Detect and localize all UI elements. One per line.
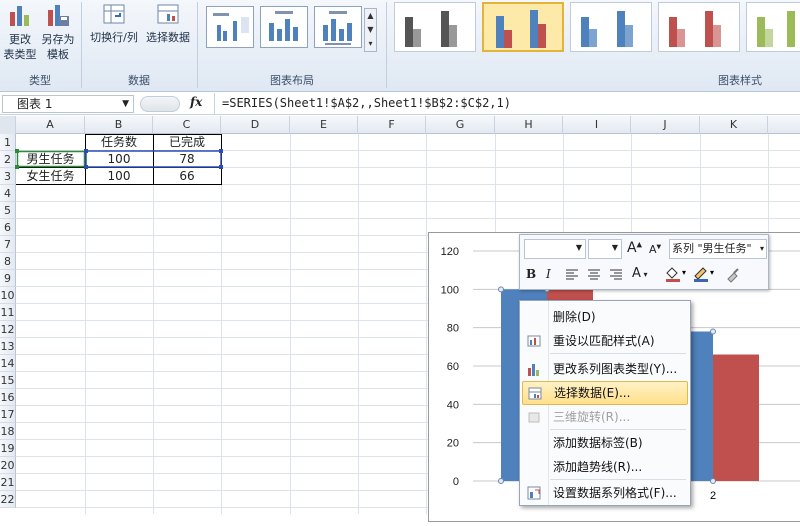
y-tick-label: 20 [447, 438, 459, 450]
bar-女生任务-2[interactable] [713, 354, 759, 482]
y-tick-label: 120 [441, 246, 459, 258]
menu-item-select-data[interactable]: 选择数据(E)... [522, 381, 688, 405]
menu-item-change-series-chart-type[interactable]: 更改系列图表类型(Y)... [522, 357, 688, 381]
menu-item-3d-rotation: 三维旋转(R)... [522, 405, 688, 429]
paint-bucket-icon: ▾ [666, 267, 686, 282]
align-buttons[interactable] [564, 267, 628, 283]
selection-handle[interactable] [710, 328, 716, 335]
selected-series-label: 系列 "男生任务" [672, 242, 752, 255]
brush-icon [727, 268, 739, 283]
chart-element-selector[interactable]: 系列 "男生任务" ▾ [669, 239, 767, 259]
menu-item-add-data-labels[interactable]: 添加数据标签(B) [522, 431, 688, 455]
y-tick-label: 100 [441, 284, 459, 296]
series-name-range-highlight [16, 150, 86, 168]
menu-item-format-data-series[interactable]: 设置数据系列格式(F)... [522, 481, 688, 505]
3d-rotation-icon [528, 412, 540, 423]
menu-item-reset-style[interactable]: 重设以匹配样式(A) [522, 329, 688, 353]
y-tick-label: 60 [447, 361, 459, 373]
chart-type-icon [528, 364, 539, 376]
mini-toolbar: ▼ ▼ A▲ A▼ 系列 "男生任务" ▾ B I A ▾ ▾ ▾ [519, 234, 769, 290]
italic-button[interactable]: I [546, 267, 551, 281]
grow-font-icon[interactable]: A▲ [627, 240, 642, 256]
reset-style-icon [527, 335, 541, 347]
selector-dropdown-icon: ▾ [759, 244, 764, 253]
selection-handle[interactable] [710, 478, 716, 484]
font-name-box[interactable]: ▼ [524, 239, 586, 259]
fill-color-button[interactable]: ▾ [664, 265, 690, 283]
shrink-font-icon[interactable]: A▼ [649, 243, 661, 256]
selection-handle[interactable] [498, 478, 504, 484]
y-tick-label: 80 [447, 323, 459, 335]
x-tick-label: 2 [710, 490, 716, 502]
selection-handle[interactable] [498, 286, 504, 293]
menu-item-delete[interactable]: 删除(D) [522, 305, 688, 329]
format-series-icon [527, 486, 541, 500]
format-painter-button[interactable] [724, 265, 742, 283]
menu-item-add-trendline[interactable]: 添加趋势线(R)... [522, 455, 688, 479]
line-color-button[interactable]: ▾ [692, 265, 718, 283]
context-menu: 删除(D) 重设以匹配样式(A) 更改系列图表类型(Y)... 选择数据(E).… [519, 300, 691, 506]
font-dropdown-icon: ▼ [575, 243, 582, 252]
svg-text:▾: ▾ [710, 268, 714, 277]
bold-button[interactable]: B [526, 267, 536, 281]
y-tick-label: 40 [447, 399, 459, 411]
select-data-icon [528, 387, 542, 400]
svg-text:▾: ▾ [682, 268, 686, 277]
font-size-dropdown-icon: ▼ [611, 243, 618, 252]
font-color-button[interactable]: A ▾ [632, 266, 647, 281]
font-size-box[interactable]: ▼ [588, 239, 622, 259]
pencil-icon: ▾ [694, 267, 714, 282]
y-tick-label: 0 [453, 476, 459, 488]
